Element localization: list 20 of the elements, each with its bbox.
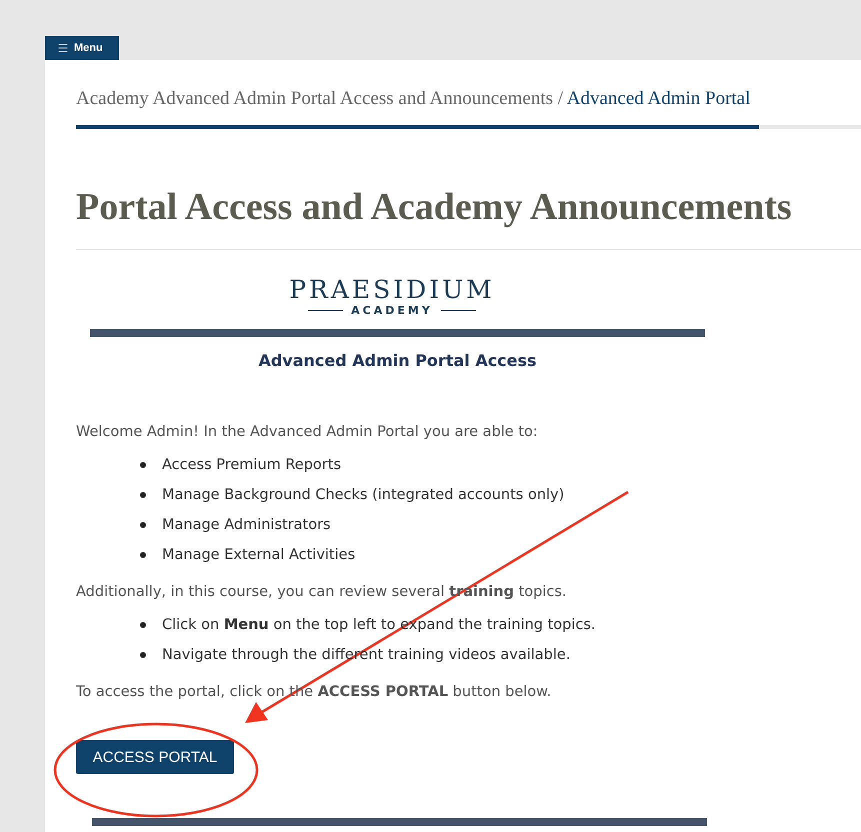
bullet-icon [140, 522, 146, 528]
access-portal-button[interactable]: ACCESS PORTAL [76, 740, 234, 774]
bullet-icon [140, 492, 146, 498]
bullet-icon [140, 462, 146, 468]
logo-name: PRAESIDIUM [289, 275, 495, 304]
page-title: Portal Access and Academy Announcements [76, 185, 793, 229]
feature-item: Access Premium Reports [140, 450, 861, 480]
bullet-icon [140, 552, 146, 558]
bullet-icon [140, 622, 146, 628]
breadcrumb-parent: Academy Advanced Admin Portal Access and Announcements / [76, 88, 564, 109]
intro-text: Welcome Admin! In the Advanced Admin Portal you are able to: [76, 424, 539, 440]
feature-item: Manage Background Checks (integrated accounts only) [140, 480, 861, 510]
bullet-icon [140, 652, 146, 658]
breadcrumb-link[interactable]: Advanced Admin Portal [566, 88, 750, 109]
feature-item: Manage Administrators [140, 510, 861, 540]
logo-subtitle: ACADEMY [351, 304, 433, 317]
menu-icon [57, 42, 69, 54]
section-heading: Advanced Admin Portal Access [257, 351, 538, 370]
menu-button[interactable]: Menu [45, 36, 119, 60]
feature-item: Manage External Activities [140, 540, 861, 570]
